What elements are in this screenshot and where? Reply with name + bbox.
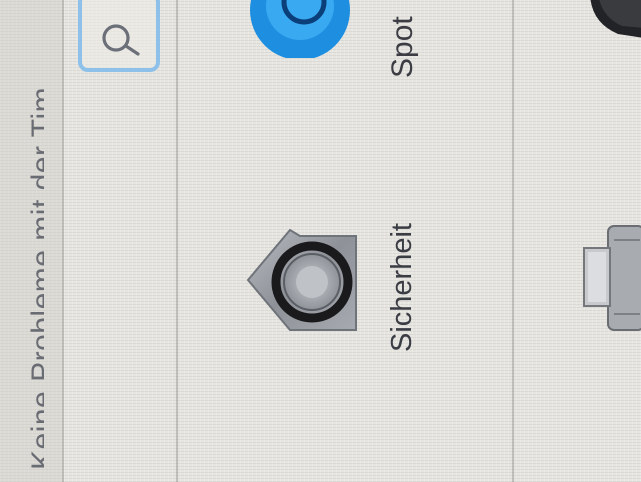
sidebar-status: Keine Probleme mit der Tim: [4, 0, 44, 482]
magnifier-icon: [102, 24, 140, 56]
hardware-pane-icon: [583, 225, 641, 331]
search-button[interactable]: [78, 0, 160, 72]
sidebar-status-text: Keine Probleme mit der Tim: [26, 86, 44, 470]
pane-security[interactable]: [244, 222, 360, 340]
column-divider: [176, 0, 178, 482]
pane-security-label[interactable]: Sicherheit: [384, 200, 424, 360]
pane-spotlight[interactable]: [244, 0, 356, 60]
pane-spotlight-label[interactable]: Spot: [384, 0, 424, 90]
spotlight-icon: [250, 0, 350, 60]
pane-icon-partial[interactable]: [578, 222, 641, 334]
security-house-icon: [246, 228, 357, 331]
column-divider: [512, 0, 514, 482]
pane-partial-icon: [590, 0, 641, 38]
pane-icon-partial[interactable]: [584, 0, 641, 44]
sidebar-divider: [62, 0, 64, 482]
